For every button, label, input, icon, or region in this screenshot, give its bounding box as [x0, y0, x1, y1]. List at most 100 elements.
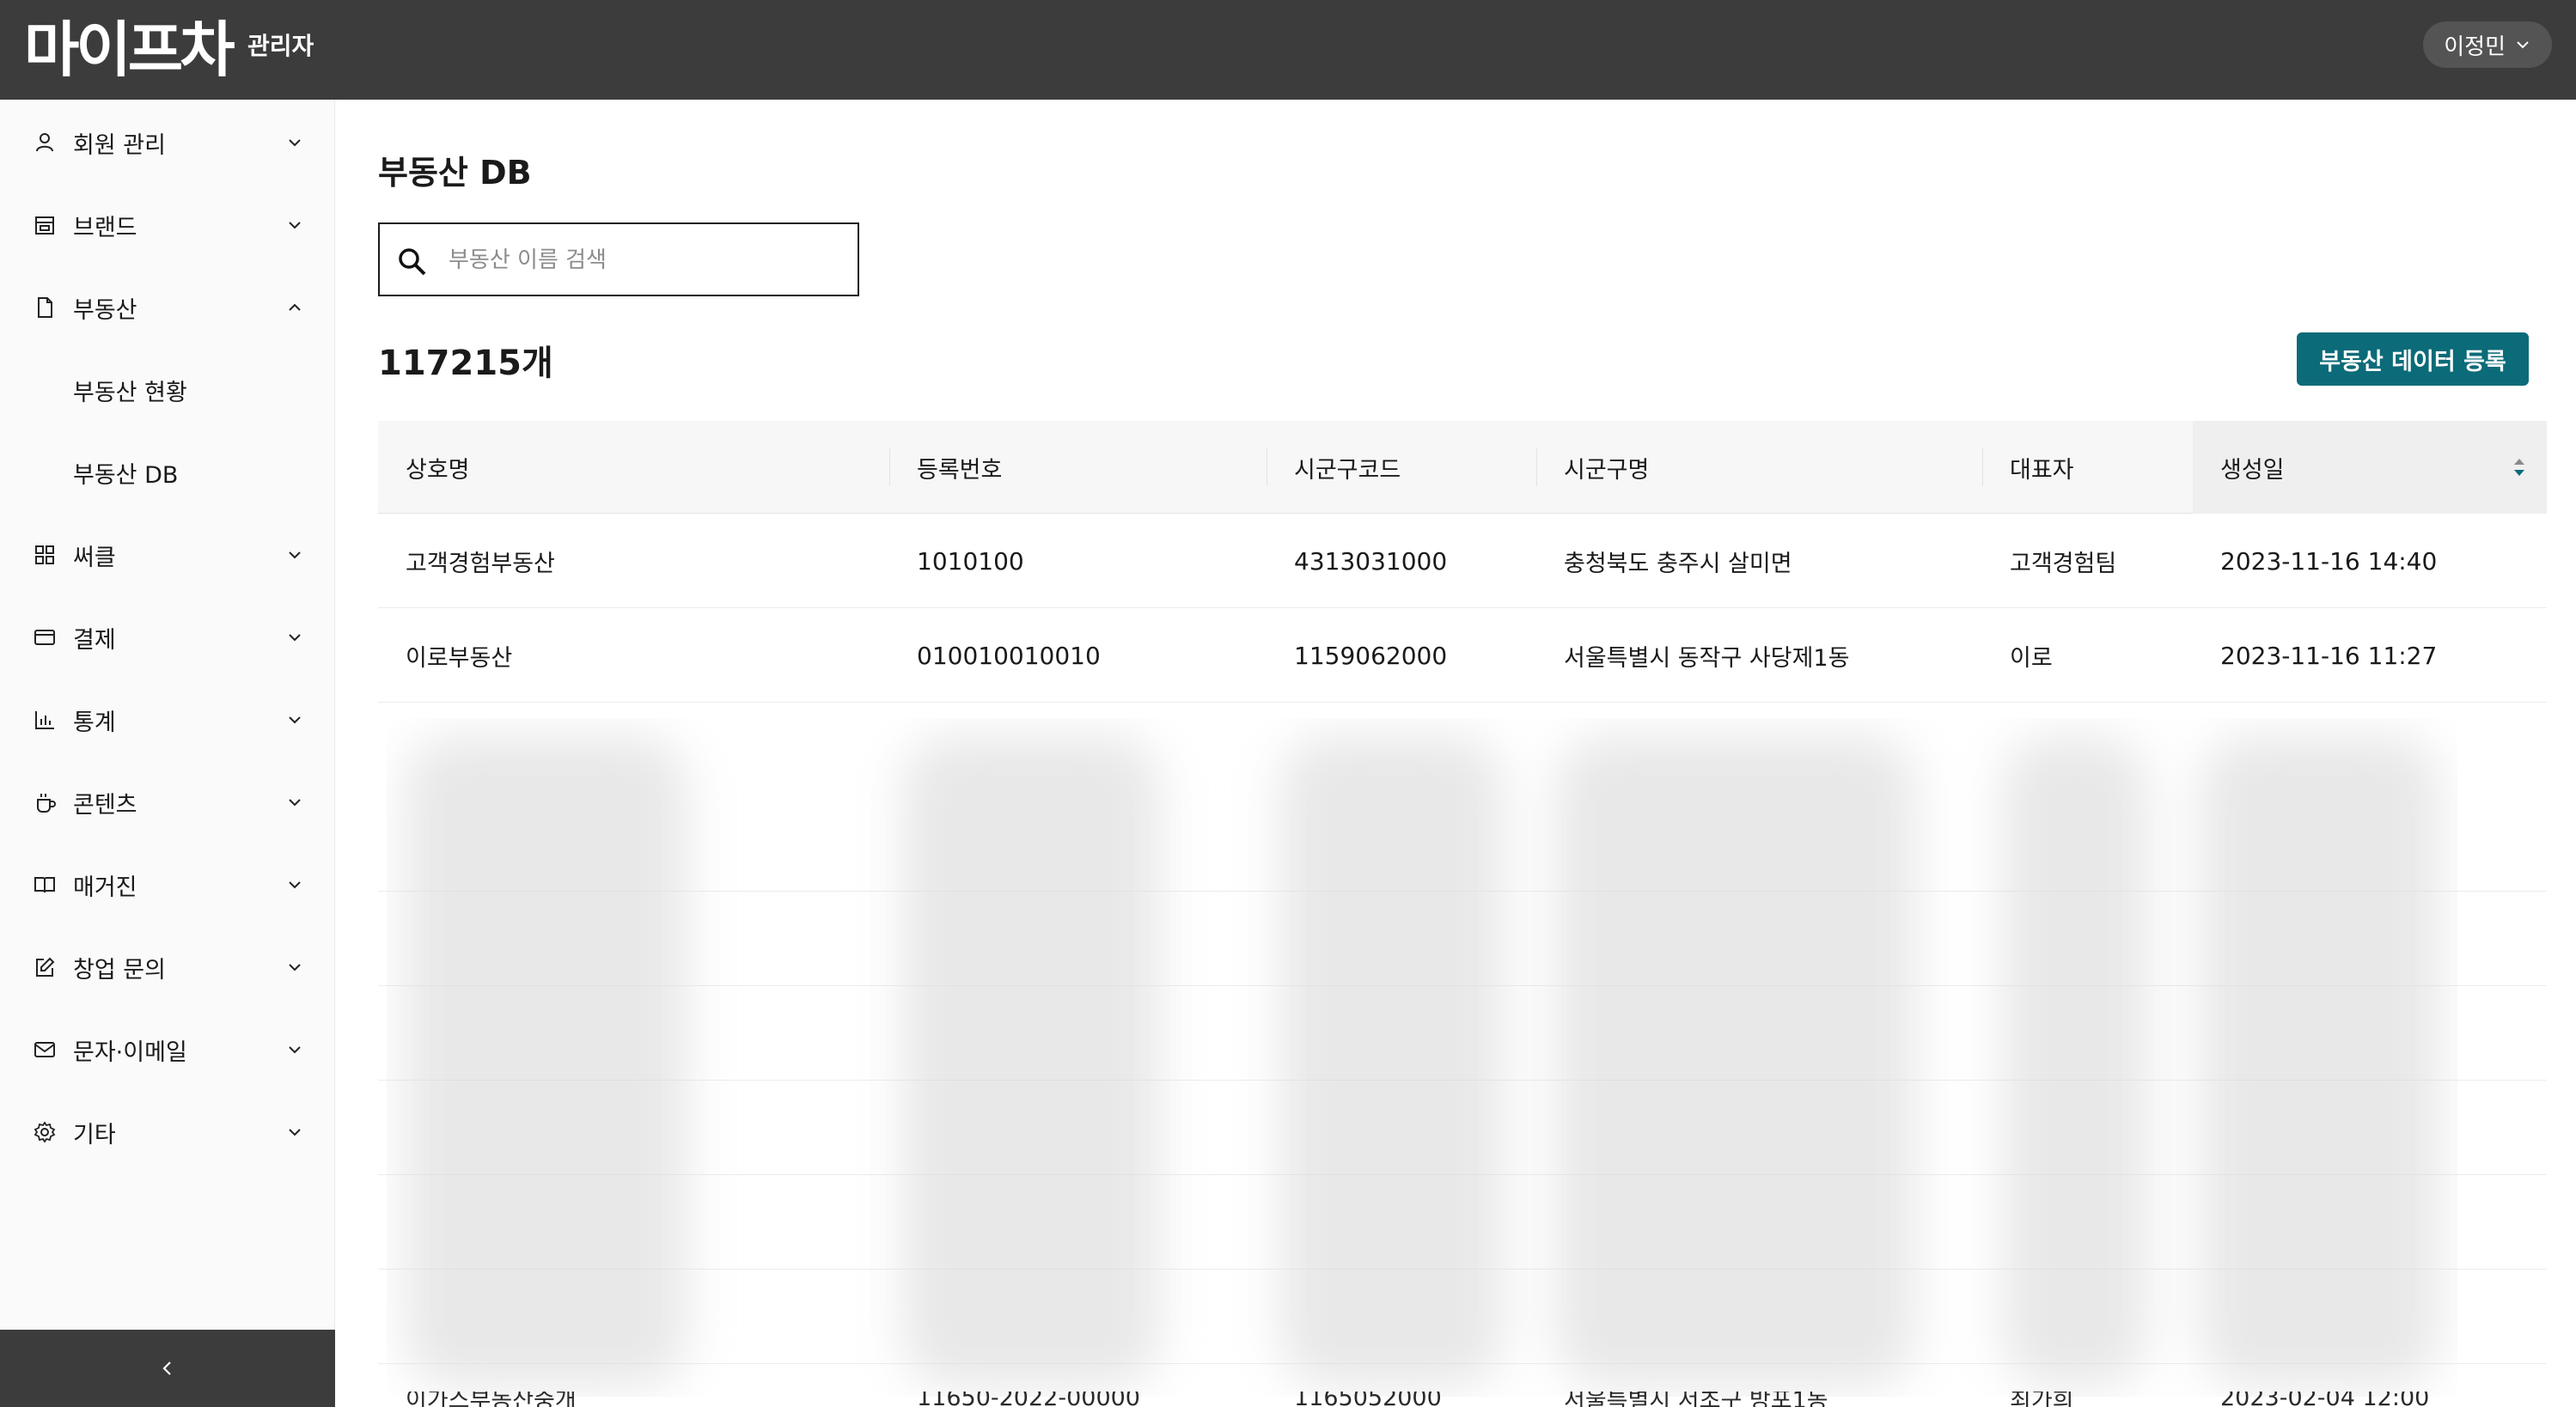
sidebar-subitem-real-estate-status[interactable]: 부동산 현황: [0, 349, 335, 431]
register-real-estate-button[interactable]: 부동산 데이터 등록: [2297, 332, 2529, 386]
top-header: 마이프차 관리자 이정민: [0, 0, 2576, 100]
cell-representative: 이로: [2010, 644, 2053, 672]
column-header-label: 등록번호: [917, 456, 1003, 484]
column-header-label: 생성일: [2220, 456, 2285, 484]
real-estate-table: 상호명 등록번호 시군구코드 시군구명 대표자 생성일 고객경험부동산 1010…: [378, 421, 2547, 703]
edit-icon: [31, 953, 58, 981]
sidebar-item-label: 회원 관리: [73, 131, 166, 159]
sidebar-item-members[interactable]: 회원 관리: [0, 101, 335, 184]
chevron-left-icon: [162, 1361, 171, 1375]
sidebar-item-statistics[interactable]: 통계: [0, 679, 335, 761]
sidebar-item-content[interactable]: 콘텐츠: [0, 761, 335, 844]
sidebar-item-brand[interactable]: 브랜드: [0, 184, 335, 266]
app-logo[interactable]: 마이프차: [24, 10, 235, 89]
sidebar-item-etc[interactable]: 기타: [0, 1091, 335, 1173]
cell-district-code: 1159062000: [1294, 641, 1448, 670]
book-icon: [31, 871, 58, 898]
blur-block: [404, 735, 687, 1388]
column-header-label: 시군구코드: [1294, 456, 1401, 484]
sidebar-item-circle[interactable]: 써클: [0, 514, 335, 596]
column-header-label: 상호명: [406, 456, 470, 484]
sidebar-item-startup-inquiry[interactable]: 창업 문의: [0, 926, 335, 1008]
coffee-cup-icon: [31, 789, 58, 816]
user-icon: [31, 129, 58, 156]
grid-icon: [31, 541, 58, 569]
sidebar-item-label: 부동산: [73, 296, 137, 324]
blur-block: [902, 735, 1160, 1388]
sort-icon[interactable]: [2511, 455, 2528, 479]
sidebar-item-label: 써클: [73, 544, 116, 571]
cell-registration-number: 11650-2022-00000: [917, 1392, 1140, 1407]
chevron-down-icon: [289, 222, 301, 229]
sidebar-item-sms-email[interactable]: 문자·이메일: [0, 1008, 335, 1091]
cell-representative: 최가희: [2010, 1392, 2074, 1407]
sidebar-item-label: 기타: [73, 1121, 116, 1148]
sidebar-subitem-real-estate-db[interactable]: 부동산 DB: [0, 431, 335, 514]
chevron-down-icon: [289, 634, 301, 642]
sidebar-collapse-button[interactable]: [0, 1330, 335, 1407]
cell-created-at: 2023-11-16 11:27: [2220, 641, 2438, 670]
blur-overlay: [387, 718, 2457, 1397]
card-icon: [31, 624, 58, 651]
sidebar-item-payment[interactable]: 결제: [0, 596, 335, 679]
sidebar-item-label: 결제: [73, 626, 116, 654]
sidebar-item-label: 매거진: [73, 874, 137, 901]
cell-created-at: 2023-02-04 12:00: [2220, 1392, 2430, 1407]
column-header-label: 시군구명: [1564, 456, 1650, 484]
cell-business-name: 이가스부동산중개: [406, 1392, 577, 1407]
column-header-district-name[interactable]: 시군구명: [1536, 421, 1976, 514]
chevron-down-icon: [2517, 41, 2529, 49]
chevron-down-icon: [289, 716, 301, 724]
sidebar-item-label: 통계: [73, 709, 116, 736]
sidebar-item-label: 문자·이메일: [73, 1038, 187, 1066]
column-header-district-code[interactable]: 시군구코드: [1267, 421, 1535, 514]
result-count: 117215개: [378, 344, 553, 383]
redacted-rows: [387, 718, 2457, 1397]
column-divider: [1536, 448, 1537, 486]
search-input[interactable]: [449, 240, 844, 281]
store-icon: [31, 211, 58, 239]
column-divider: [889, 448, 890, 486]
chevron-up-icon: [289, 303, 301, 311]
page-title: 부동산 DB: [378, 154, 532, 192]
sidebar-item-label: 브랜드: [73, 214, 137, 241]
table-row[interactable]: 이로부동산 010010010010 1159062000 서울특별시 동작구 …: [378, 608, 2547, 703]
cell-business-name: 이로부동산: [406, 644, 513, 672]
cell-business-name: 고객경험부동산: [406, 550, 555, 577]
admin-label: 관리자: [247, 32, 314, 60]
column-header-registration-number[interactable]: 등록번호: [889, 421, 1261, 514]
cell-representative: 고객경험팀: [2010, 550, 2117, 577]
sidebar-item-magazine[interactable]: 매거진: [0, 844, 335, 926]
document-icon: [31, 294, 58, 321]
chevron-down-icon: [289, 139, 301, 147]
mail-icon: [31, 1036, 58, 1063]
cell-district-name: 서울특별시 동작구 사당제1동: [1564, 644, 1850, 672]
cell-district-name: 서울특별시 서초구 방포1동: [1564, 1392, 1828, 1407]
chevron-down-icon: [289, 799, 301, 807]
column-header-business-name[interactable]: 상호명: [406, 421, 887, 514]
column-header-label: 대표자: [2010, 456, 2074, 484]
blur-block: [1555, 735, 1916, 1388]
table-row-partial[interactable]: 이가스부동산중개 11650-2022-00000 1165052000 서울특…: [378, 1392, 2547, 1407]
blur-block: [1280, 735, 1504, 1388]
cell-district-name: 충청북도 충주시 살미면: [1564, 550, 1792, 577]
chevron-down-icon: [289, 964, 301, 971]
cell-registration-number: 1010100: [917, 546, 1024, 576]
column-header-created-at[interactable]: 생성일: [2193, 421, 2547, 514]
sidebar-item-label: 콘텐츠: [73, 791, 137, 819]
sidebar: 회원 관리 브랜드 부동산 부동산 현황 부동산 DB 써클 결제 통계 콘텐츠…: [0, 100, 335, 1407]
chevron-down-icon: [289, 1046, 301, 1054]
column-divider: [1982, 448, 1983, 486]
user-name: 이정민: [2444, 34, 2506, 60]
cell-registration-number: 010010010010: [917, 641, 1101, 670]
search-icon: [399, 248, 426, 276]
chevron-down-icon: [289, 551, 301, 559]
column-header-representative[interactable]: 대표자: [1982, 421, 2190, 514]
sidebar-subitem-label: 부동산 DB: [73, 461, 179, 489]
search-box: [378, 222, 859, 296]
user-menu-button[interactable]: 이정민: [2423, 21, 2552, 68]
blur-block: [2002, 735, 2148, 1388]
sidebar-item-real-estate[interactable]: 부동산: [0, 266, 335, 349]
cell-created-at: 2023-11-16 14:40: [2220, 546, 2438, 576]
table-row[interactable]: 고객경험부동산 1010100 4313031000 충청북도 충주시 살미면 …: [378, 514, 2547, 608]
